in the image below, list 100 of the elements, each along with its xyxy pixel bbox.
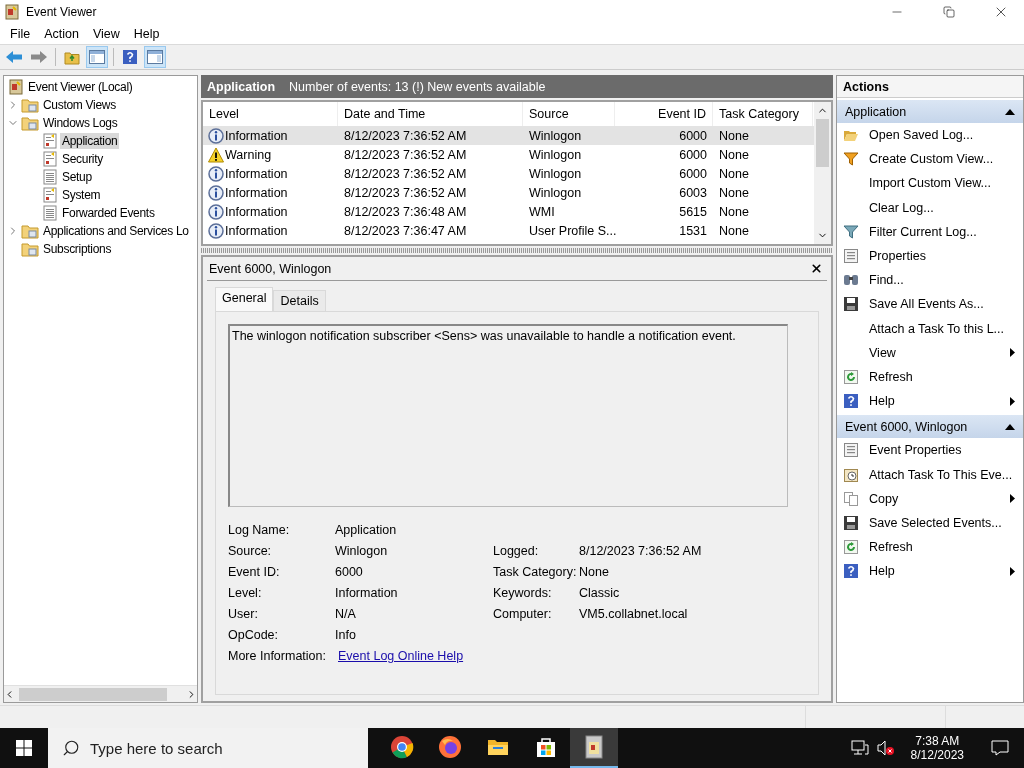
menu-item[interactable]: File [3, 26, 38, 41]
browser-icon[interactable] [390, 735, 414, 759]
pane-command[interactable]: Help [837, 389, 1023, 414]
field-value: VM5.collabnet.local [579, 607, 689, 621]
table-cell-text: 8/12/2023 7:36:48 AM [343, 204, 468, 219]
tab[interactable]: Details [273, 290, 326, 311]
field-label: Source: [228, 544, 273, 558]
event-message: The winlogon notification subscriber <Sens> was unavailable to handle a notification event. [228, 324, 788, 507]
refresh-icon [843, 539, 859, 556]
tree-item[interactable]: Security [60, 151, 105, 167]
field-label: Computer: [493, 607, 553, 621]
network-icon[interactable] [850, 740, 869, 756]
pane-command[interactable]: Open Saved Log... [837, 123, 1023, 148]
actions-title: Actions [837, 76, 1023, 98]
tree-item[interactable]: System [60, 187, 103, 203]
log-icon [42, 133, 58, 149]
pane-command[interactable]: Refresh [837, 535, 1023, 560]
restore-icon[interactable] [943, 5, 955, 18]
field-label: More Information: [228, 649, 327, 663]
table-cell: Information [203, 127, 338, 144]
field-label: Level: [228, 586, 263, 600]
pane-command[interactable]: View [837, 340, 1023, 365]
pane-command[interactable]: Filter Current Log... [837, 219, 1023, 244]
table-cell: Information [203, 222, 338, 239]
event-log-icon [4, 3, 20, 20]
pane-command[interactable]: Attach Task To This Eve... [837, 462, 1023, 487]
table-row[interactable]: Information 8/12/2023 7:36:52 AM Winlogon 6000 None [203, 126, 814, 145]
window-title: Event Viewer [26, 4, 98, 19]
store-icon[interactable] [534, 735, 558, 759]
table-cell-text: 6000 [678, 128, 708, 143]
close-icon[interactable] [810, 262, 823, 275]
table-cell-text: None [718, 185, 750, 200]
event-count: Number of events: 13 (!) New events available [289, 79, 546, 94]
tab[interactable]: General [215, 287, 274, 311]
pane-command[interactable]: Attach a Task To this L... [837, 316, 1023, 341]
tree-item[interactable]: Forwarded Events [60, 205, 157, 221]
field-value: Information [335, 586, 399, 600]
field-value: Info [335, 628, 357, 642]
pane-command[interactable]: Create Custom View... [837, 147, 1023, 172]
search-field[interactable]: Type here to search [48, 728, 368, 768]
folder-icon [21, 115, 39, 131]
horizontal-scrollbar[interactable] [4, 685, 197, 702]
browser-icon[interactable] [438, 735, 462, 759]
pane-command[interactable]: Import Custom View... [837, 171, 1023, 196]
properties-icon [843, 248, 859, 265]
field-value: Application [335, 523, 398, 537]
pane-command[interactable]: Refresh [837, 364, 1023, 390]
menu-item[interactable]: Action [37, 26, 86, 41]
field-value: None [579, 565, 610, 579]
pane-command[interactable]: Event Properties [837, 438, 1023, 463]
pane-command[interactable]: Save All Events As... [837, 292, 1023, 317]
clock[interactable]: 7:38 AM 8/12/2023 [902, 734, 972, 762]
menu-item[interactable]: View [85, 26, 127, 41]
field-value: Winlogon [335, 544, 389, 558]
event-viewer-icon[interactable] [583, 735, 605, 759]
pane-command[interactable]: Help [837, 559, 1023, 584]
clock-icon [843, 466, 859, 483]
pane-command[interactable]: Copy [837, 486, 1023, 511]
pane-command[interactable]: Find... [837, 268, 1023, 293]
copy-icon [843, 490, 859, 507]
log-icon [42, 205, 58, 221]
save-icon [843, 296, 859, 313]
pane-command[interactable]: Properties [837, 243, 1023, 269]
field-label: Event ID: [228, 565, 281, 579]
funnel-icon [843, 151, 859, 168]
field-label: Log Name: [228, 523, 291, 537]
table-cell: Information [203, 184, 338, 201]
help-link[interactable]: Event Log Online Help [335, 649, 788, 663]
tree-item[interactable]: Application [60, 133, 120, 149]
tree-item[interactable]: Applications and Services Lo [41, 223, 191, 239]
table-cell-text: User Profile S... [528, 223, 615, 238]
taskbar-app[interactable] [570, 728, 618, 768]
folder-icon [21, 241, 39, 257]
collapse-icon[interactable] [1005, 423, 1015, 430]
tree-item[interactable]: Windows Logs [41, 115, 120, 131]
table-cell-text: 6000 [678, 166, 708, 181]
vertical-scrollbar[interactable] [814, 102, 831, 244]
properties-icon [843, 442, 859, 459]
field-value: 6000 [335, 565, 364, 579]
pane-command[interactable]: Clear Log... [837, 195, 1023, 220]
section-header[interactable]: Event 6000, Winlogon [837, 415, 1023, 439]
tree-item[interactable]: Subscriptions [41, 241, 114, 257]
field-label: Logged: [493, 544, 540, 558]
field-value: 8/12/2023 7:36:52 AM [579, 544, 703, 558]
muted-speaker-icon[interactable] [876, 740, 895, 756]
pane-command[interactable]: Save Selected Events... [837, 510, 1023, 535]
tree-item[interactable]: Event Viewer (Local) [26, 79, 135, 95]
table-cell-text: Winlogon [528, 185, 583, 200]
time: 7:38 AM [915, 734, 960, 748]
section-header[interactable]: Application [837, 100, 1023, 123]
tree-item[interactable]: Setup [60, 169, 94, 185]
info-icon [208, 184, 224, 201]
menu-item[interactable]: Help [126, 26, 167, 41]
windows-logo-icon[interactable] [16, 740, 32, 756]
tree-item[interactable]: Custom Views [41, 97, 118, 113]
collapse-icon[interactable] [1005, 108, 1015, 115]
info-icon [208, 222, 224, 239]
date: 8/12/2023 [910, 748, 964, 762]
field-value: N/A [335, 607, 357, 621]
info-icon [208, 165, 224, 182]
